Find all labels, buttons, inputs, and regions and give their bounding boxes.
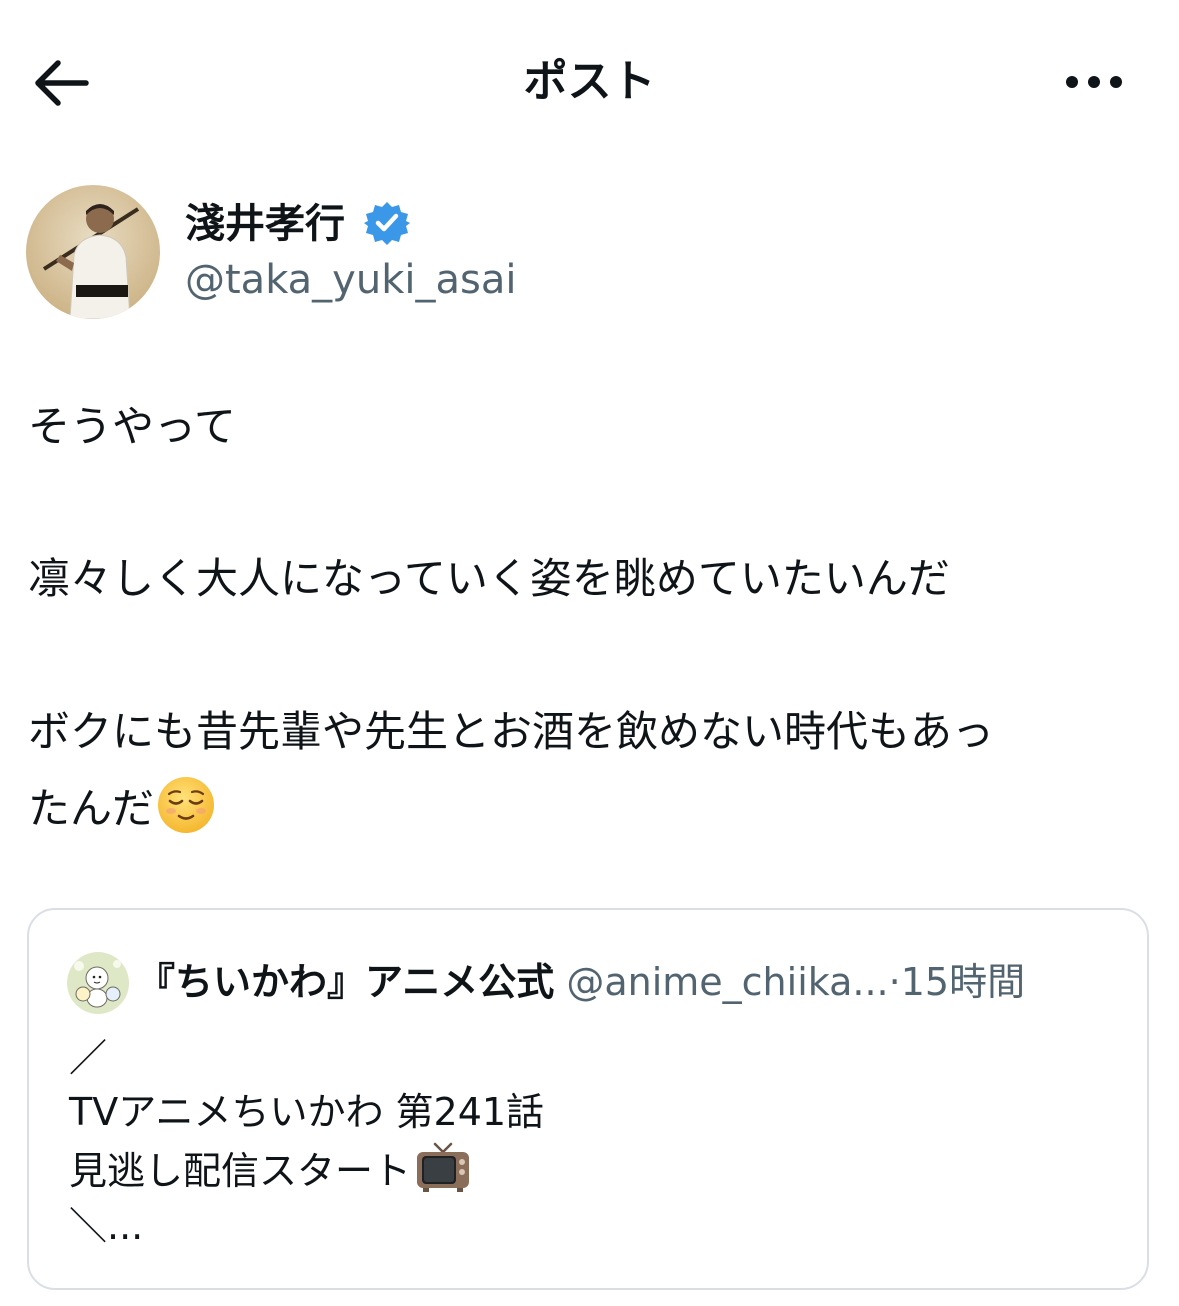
post-text-line: そうやって bbox=[28, 402, 236, 451]
page-title: ポスト bbox=[523, 56, 656, 107]
chiikawa-avatar-icon bbox=[67, 952, 129, 1014]
quoted-text-line: ＼... bbox=[69, 1204, 144, 1248]
quoted-text-line: ／ bbox=[69, 1036, 108, 1080]
post-text-line: 凛々しく大人になっていく姿を眺めていたいんだ bbox=[28, 554, 950, 603]
author-handle[interactable]: @taka_yuki_asai bbox=[185, 253, 516, 307]
avatar-photo bbox=[26, 185, 160, 319]
relieved-face-emoji-icon bbox=[158, 777, 215, 833]
quoted-post-header: 『ちいかわ』アニメ公式 @anime_chiika...·15時間 bbox=[137, 954, 1025, 1010]
quoted-text-line: TVアニメちいかわ 第241話 bbox=[69, 1090, 545, 1134]
top-bar: ポスト bbox=[0, 0, 1179, 165]
television-icon bbox=[417, 1142, 470, 1192]
more-dots-icon bbox=[1066, 76, 1122, 88]
quoted-separator: · bbox=[888, 960, 901, 1004]
quoted-author-avatar[interactable] bbox=[67, 952, 129, 1014]
post-text-line: たんだ bbox=[28, 784, 155, 833]
quoted-author-handle[interactable]: @anime_chiika... bbox=[566, 960, 888, 1004]
author-display-name[interactable]: 淺井孝行 bbox=[185, 197, 345, 251]
quoted-text-line: 見逃し配信スタート bbox=[69, 1149, 412, 1193]
quoted-post-time: 15時間 bbox=[900, 960, 1026, 1004]
post-text-last-line: たんだ bbox=[28, 775, 216, 838]
quoted-text-line-with-icon: 見逃し配信スタート bbox=[69, 1142, 471, 1199]
quoted-author-name[interactable]: 『ちいかわ』アニメ公式 bbox=[137, 960, 554, 1004]
verified-badge-icon bbox=[364, 202, 410, 245]
quoted-post-card[interactable]: 『ちいかわ』アニメ公式 @anime_chiika...·15時間 ／ TVアニ… bbox=[27, 908, 1149, 1290]
author-avatar[interactable] bbox=[26, 185, 160, 319]
post-text-line: ボクにも昔先輩や先生とお酒を飲めない時代もあっ bbox=[28, 707, 995, 756]
more-options-button[interactable] bbox=[1062, 62, 1126, 102]
